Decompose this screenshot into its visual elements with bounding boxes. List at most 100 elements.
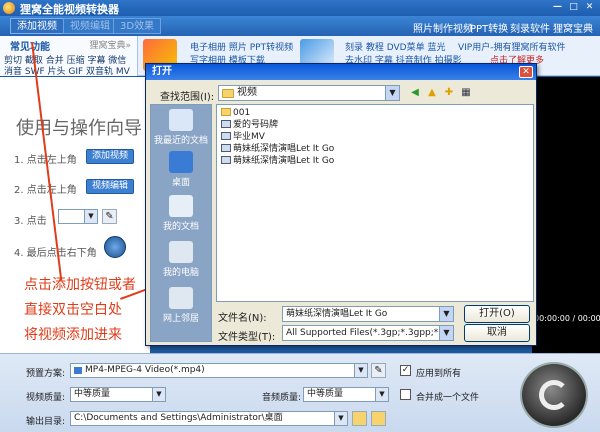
chevron-down-icon: ▼ [334, 412, 347, 425]
preset-value: MP4-MPEG-4 Video(*.mp4) [85, 365, 205, 375]
minimize-button[interactable]: — [551, 2, 564, 13]
liwo-guide-link[interactable]: 狸窝宝典 [553, 20, 593, 35]
annotation-line-2: 直接双击空白处 [24, 302, 122, 318]
chevron-down-icon: ▼ [354, 364, 367, 377]
chevron-down-icon: ▼ [385, 86, 399, 100]
cancel-button[interactable]: 取消 [464, 324, 530, 342]
apply-all-checkbox[interactable]: ✓ [400, 365, 411, 376]
burn-software-link[interactable]: 刻录软件 [510, 20, 550, 35]
place-my-documents[interactable]: 我的文档 [151, 195, 211, 232]
list-item[interactable]: 毕业MV [221, 131, 265, 143]
convert-mini-icon [104, 236, 126, 258]
dialog-nav-buttons: ◀ ▲ ✚ ▦ [408, 86, 473, 100]
chevron-down-icon: ▼ [375, 388, 388, 401]
up-folder-icon[interactable]: ▲ [425, 86, 439, 100]
preset-label: 预置方案: [26, 369, 66, 379]
annotation-line-3: 将视频添加进来 [24, 327, 122, 343]
annotation-line-1: 点击添加按钮或者 [24, 277, 136, 293]
place-network[interactable]: 网上邻居 [151, 287, 211, 324]
video-file-icon [221, 120, 231, 128]
view-menu-icon[interactable]: ▦ [459, 86, 473, 100]
back-icon[interactable]: ◀ [408, 86, 422, 100]
audio-quality-select[interactable]: 中等质量 ▼ [303, 387, 389, 402]
look-in-select[interactable]: 视频 ▼ [218, 85, 400, 101]
video-preview: 00:00:00 / 00:00:00 [532, 77, 600, 353]
audio-quality-label: 音频质量: [262, 393, 302, 403]
photo-video-link[interactable]: 照片制作视频 [413, 20, 473, 35]
place-recent[interactable]: 我最近的文档 [151, 109, 211, 146]
audio-quality-value: 中等质量 [307, 389, 344, 399]
filetype-value: All Supported Files(*.3gp;*.3gpp;*.3g [286, 328, 453, 338]
common-functions-row[interactable]: 消音 SWF 片头 GIF 双音轨 MV [4, 64, 130, 77]
promo-burn-line[interactable]: 刻录 教程 DVD菜单 蓝光 [345, 40, 445, 53]
place-my-computer[interactable]: 我的电脑 [151, 241, 211, 278]
guide-title: 使用与操作向导 [16, 118, 142, 139]
chevron-down-icon: ▼ [439, 307, 453, 321]
promo-photo-line[interactable]: 电子相册 照片 PPT转视频 [190, 40, 293, 53]
output-dir-value: C:\Documents and Settings\Administrator\… [74, 413, 283, 423]
video-edit-button[interactable]: 视频编辑 [63, 18, 117, 34]
place-desktop[interactable]: 桌面 [151, 151, 211, 188]
filetype-label: 文件类型(T): [218, 332, 276, 343]
open-file-dialog: 打开 ✕ 查找范围(I): 视频 ▼ ◀ ▲ ✚ ▦ 我最近的文档 桌面 我的文… [145, 63, 537, 346]
merge-label: 合并成一个文件 [416, 393, 480, 403]
common-functions-panel: 常见功能 狸窝宝典» 剪切 截取 合并 压缩 字幕 微信 消音 SWF 片头 G… [0, 36, 138, 77]
3d-effect-button[interactable]: 3D效果 [113, 18, 162, 34]
places-bar: 我最近的文档 桌面 我的文档 我的电脑 网上邻居 [150, 104, 212, 342]
video-quality-select[interactable]: 中等质量 ▼ [70, 387, 166, 402]
network-icon [169, 287, 193, 309]
maximize-button[interactable]: □ [567, 2, 580, 13]
settings-wrench-icon[interactable]: ✎ [371, 363, 386, 378]
open-button[interactable]: 打开(O) [464, 305, 530, 323]
app-logo-icon [3, 2, 15, 14]
guide-video-edit-button[interactable]: 视频编辑 [86, 179, 135, 194]
new-folder-icon[interactable]: ✚ [442, 86, 456, 100]
folder-icon [222, 89, 234, 98]
output-dir-input[interactable]: C:\Documents and Settings\Administrator\… [70, 411, 348, 426]
open-folder-icon[interactable] [371, 411, 386, 426]
window-title: 狸窝全能视频转换器 [20, 3, 119, 16]
promo-vip-line[interactable]: VIP用户-拥有狸窝所有软件 [458, 40, 566, 53]
common-functions-title: 常见功能 [10, 42, 50, 53]
ppt-convert-link[interactable]: PPT转换 [470, 20, 508, 35]
guide-add-video-button[interactable]: 添加视频 [86, 149, 135, 164]
window-controls: — □ ✕ [551, 2, 596, 13]
filetype-select[interactable]: All Supported Files(*.3gp;*.3gpp;*.3g ▼ [282, 325, 454, 341]
list-item[interactable]: 爱的号码牌 [221, 119, 278, 131]
video-quality-label: 视频质量: [26, 393, 66, 403]
convert-button[interactable] [520, 362, 588, 428]
convert-icon [539, 380, 569, 410]
list-item[interactable]: 001 [221, 107, 250, 119]
output-dir-label: 输出目录: [26, 417, 66, 427]
video-format-icon [74, 367, 82, 374]
video-file-icon [221, 132, 231, 140]
browse-folder-icon[interactable] [352, 411, 367, 426]
chevron-down-icon: ▼ [439, 326, 453, 340]
video-quality-value: 中等质量 [74, 389, 111, 399]
filename-value: 萌妹纸深情演唱Let It Go [286, 309, 388, 319]
file-drop-area[interactable]: 使用与操作向导 1. 点击左上角 添加视频 2. 点击左上角 视频编辑 3. 点… [0, 77, 150, 353]
file-list[interactable]: 001 爱的号码牌 毕业MV 萌妹纸深情演唱Let It Go 萌妹纸深情演唱L… [216, 104, 534, 302]
my-computer-icon [169, 241, 193, 263]
list-item[interactable]: 萌妹纸深情演唱Let It Go [221, 143, 334, 155]
guide-step-2: 2. 点击左上角 [14, 185, 77, 196]
output-settings-panel: 预置方案: MP4-MPEG-4 Video(*.mp4) ▼ ✎ ✓ 应用到所… [0, 353, 600, 432]
chevron-down-icon: ▼ [152, 388, 165, 401]
merge-checkbox[interactable] [400, 389, 411, 400]
preset-select[interactable]: MP4-MPEG-4 Video(*.mp4) ▼ [70, 363, 368, 378]
my-documents-icon [169, 195, 193, 217]
playback-time: 00:00:00 / 00:00:00 [534, 314, 600, 323]
dialog-title: 打开 [146, 64, 536, 80]
guide-format-select[interactable]: ▼ [58, 209, 98, 224]
recent-docs-icon [169, 109, 193, 131]
guide-more-link[interactable]: 狸窝宝典» [89, 38, 131, 51]
title-bar: 狸窝全能视频转换器 — □ ✕ [0, 0, 600, 16]
add-video-button[interactable]: 添加视频 [10, 18, 64, 34]
dialog-close-button[interactable]: ✕ [519, 66, 533, 78]
close-button[interactable]: ✕ [583, 2, 596, 13]
chevron-down-icon: ▼ [84, 210, 97, 223]
filename-input[interactable]: 萌妹纸深情演唱Let It Go ▼ [282, 306, 454, 322]
video-file-icon [221, 144, 231, 152]
wrench-icon[interactable]: ✎ [102, 209, 117, 224]
list-item[interactable]: 萌妹纸深情演唱Let It Go [221, 155, 334, 167]
